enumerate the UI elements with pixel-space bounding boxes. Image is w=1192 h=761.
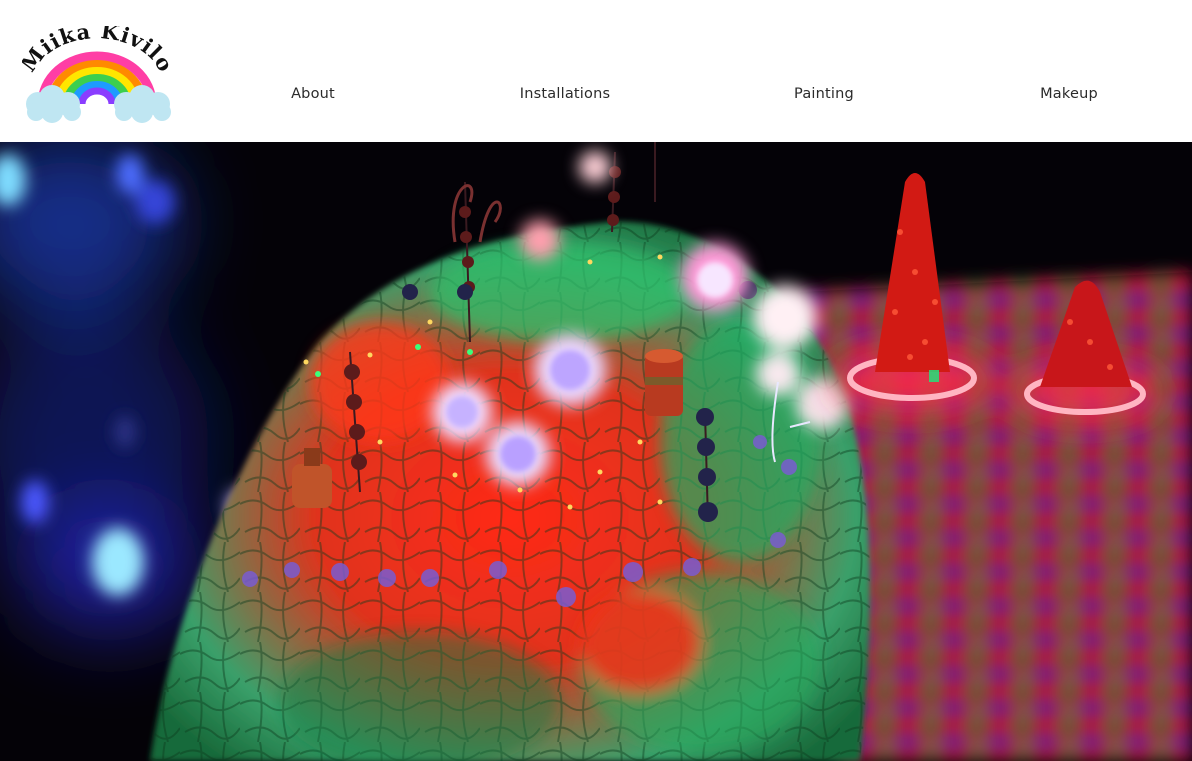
nav-link-painting[interactable]: Painting [794,86,854,102]
nav-link-makeup[interactable]: Makeup [1040,86,1098,102]
hero-installation-photo [0,142,1192,761]
hero-image [0,142,1192,761]
nav-link-about[interactable]: About [291,86,335,102]
nav-link-installations[interactable]: Installations [520,86,610,102]
site-logo[interactable]: Miika Kivilo [22,26,172,126]
site-header: Miika Kivilo About Installations Paintin… [0,0,1192,142]
main-nav: About Installations Painting Makeup [0,86,1192,108]
rainbow-cloud-logo-icon: Miika Kivilo [22,26,172,123]
